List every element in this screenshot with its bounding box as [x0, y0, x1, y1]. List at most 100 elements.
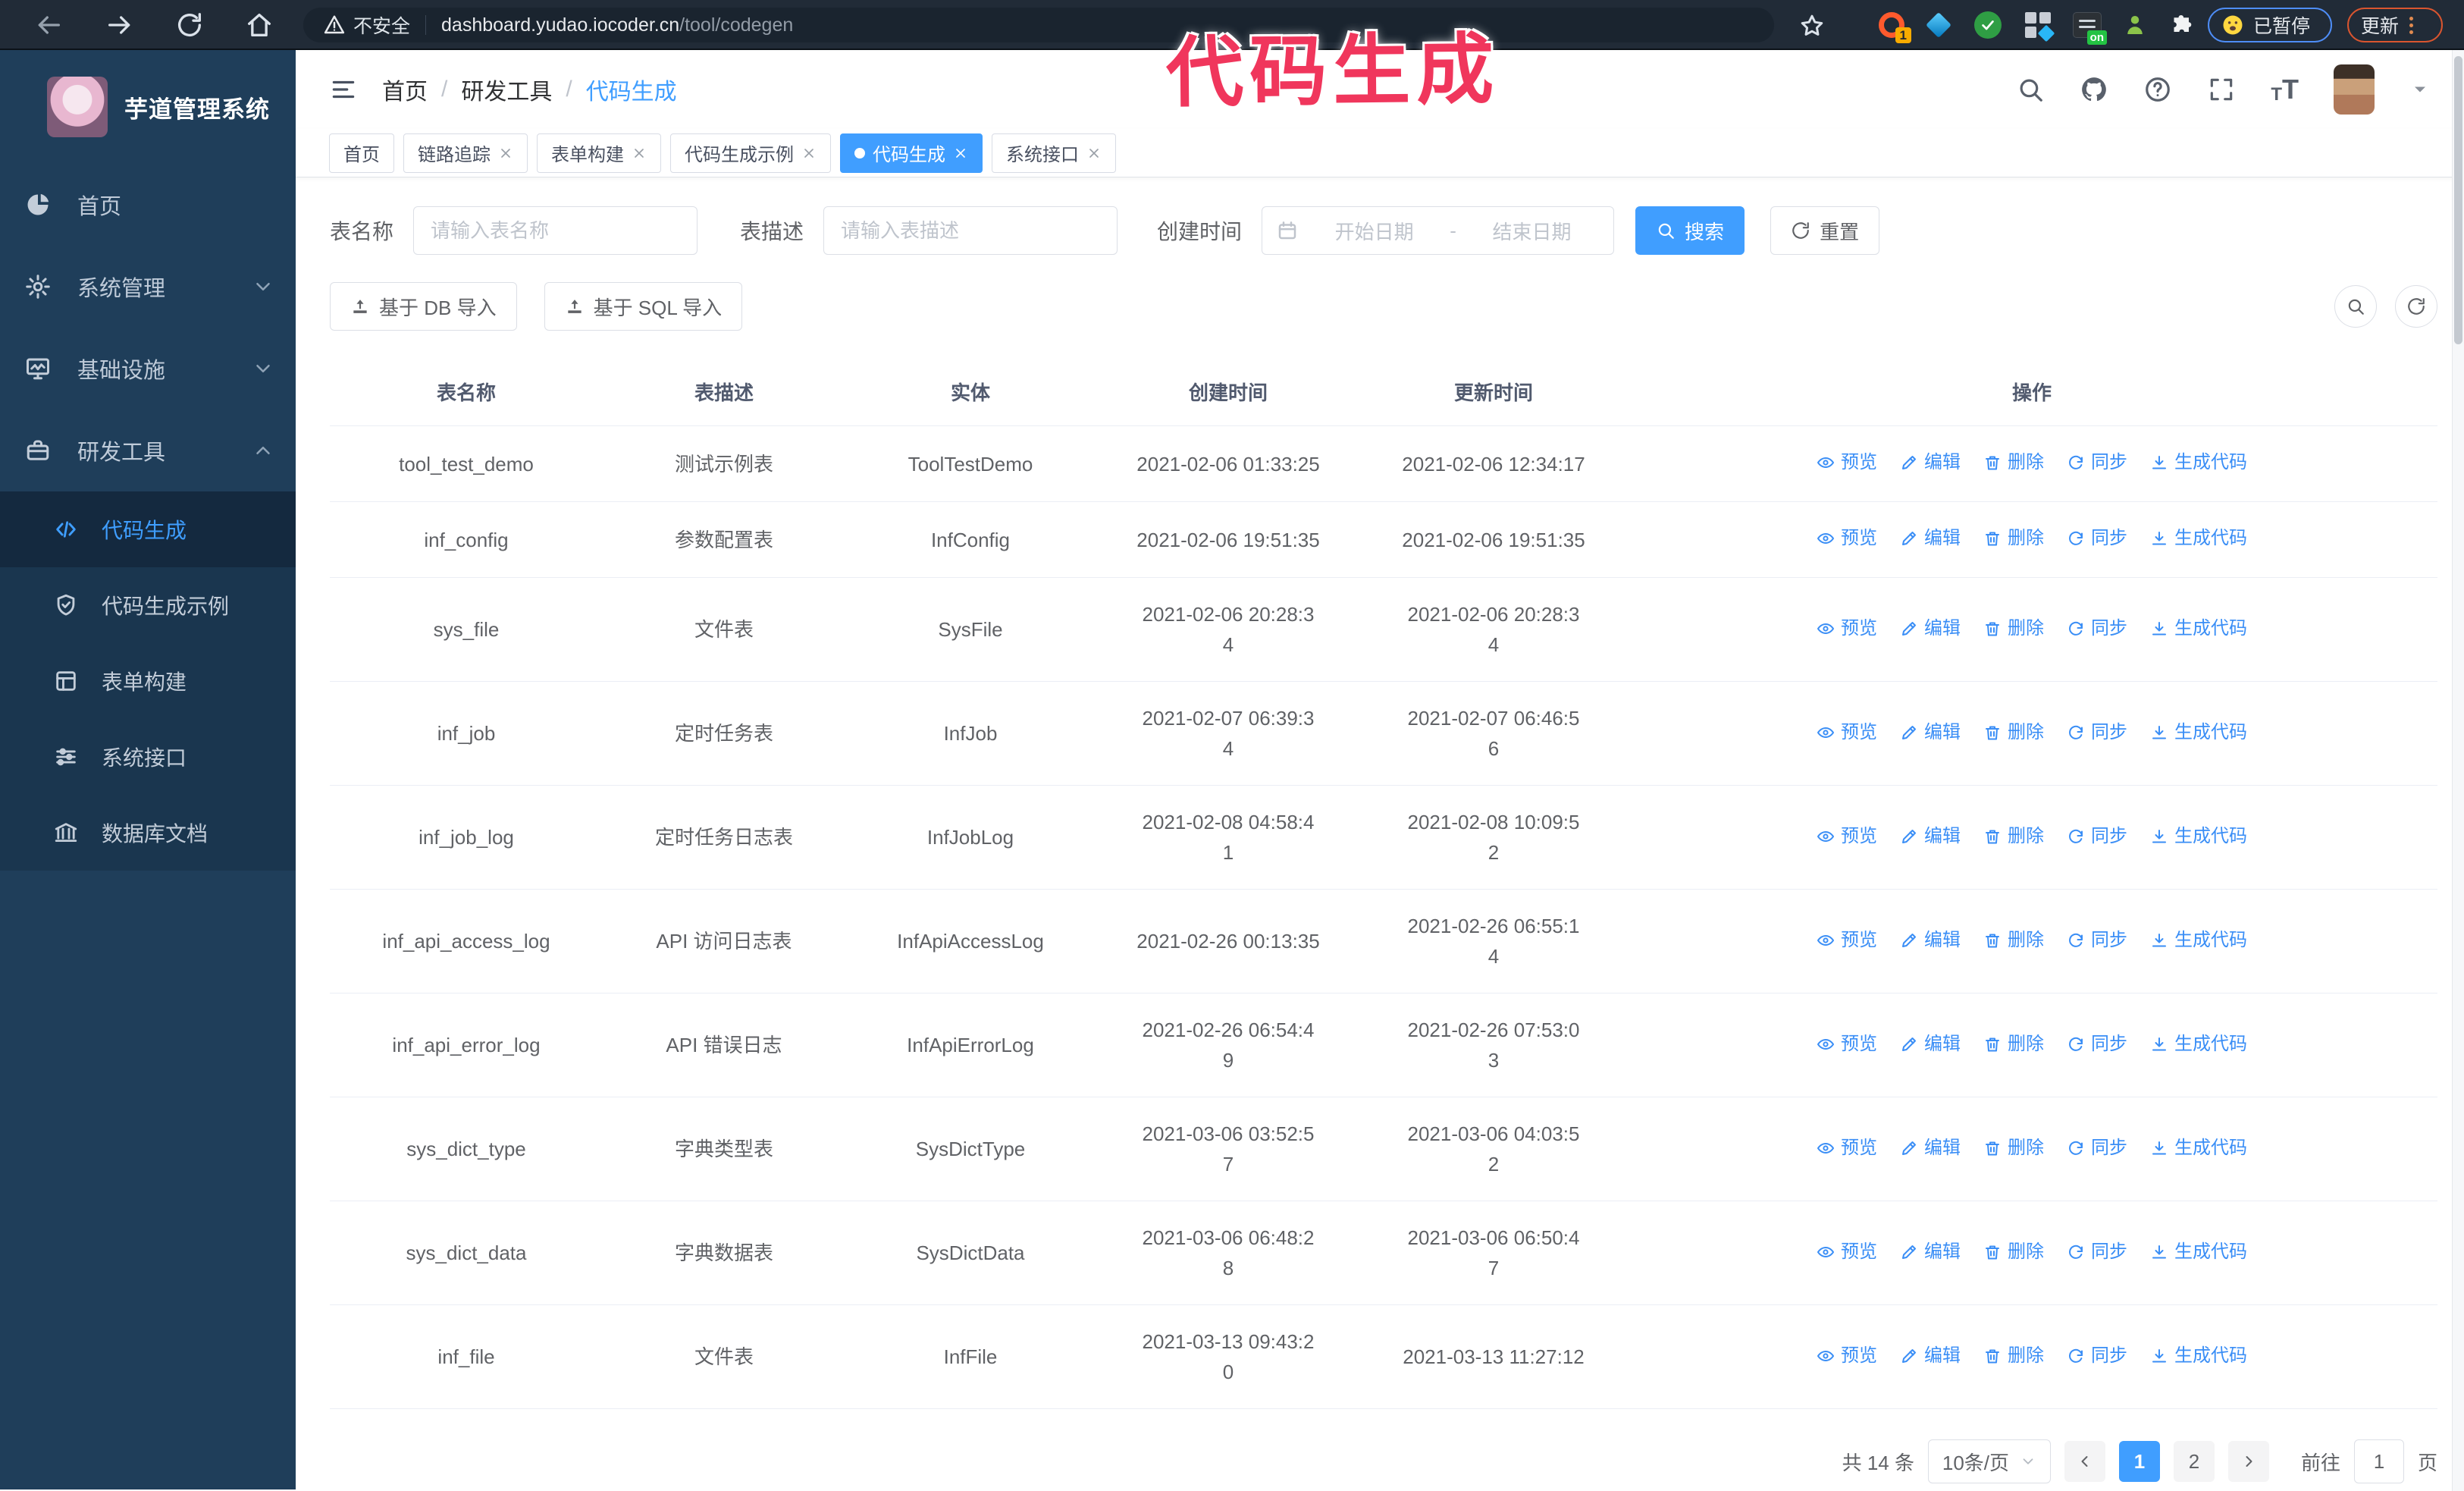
refresh-table-button[interactable] — [2395, 285, 2437, 328]
generate-code-action[interactable]: 生成代码 — [2150, 1237, 2247, 1267]
sync-action[interactable]: 同步 — [2067, 1341, 2127, 1371]
edit-action[interactable]: 编辑 — [1900, 717, 1961, 748]
generate-code-action[interactable]: 生成代码 — [2150, 614, 2247, 644]
generate-code-action[interactable]: 生成代码 — [2150, 1029, 2247, 1059]
generate-code-action[interactable]: 生成代码 — [2150, 1133, 2247, 1163]
next-page-button[interactable] — [2227, 1441, 2269, 1482]
preview-action[interactable]: 预览 — [1817, 447, 1877, 478]
edit-action[interactable]: 编辑 — [1900, 1341, 1961, 1371]
delete-action[interactable]: 删除 — [1983, 1341, 2044, 1371]
prev-page-button[interactable] — [2064, 1441, 2105, 1482]
edit-action[interactable]: 编辑 — [1900, 1029, 1961, 1059]
close-icon[interactable] — [801, 146, 817, 161]
sidebar-subitem-表单构建[interactable]: 表单构建 — [0, 643, 296, 719]
sidebar-subitem-代码生成示例[interactable]: 代码生成示例 — [0, 567, 296, 643]
hamburger-icon[interactable] — [329, 75, 358, 104]
extension-icon-orange[interactable]: 1 — [1876, 10, 1911, 43]
update-chip[interactable]: 更新 — [2347, 8, 2443, 42]
delete-action[interactable]: 删除 — [1983, 523, 2044, 554]
tab-链路追踪[interactable]: 链路追踪 — [403, 133, 528, 173]
font-size-icon[interactable]: TT — [2271, 74, 2299, 105]
user-avatar[interactable] — [2334, 64, 2375, 115]
preview-action[interactable]: 预览 — [1817, 1029, 1877, 1059]
sync-action[interactable]: 同步 — [2067, 925, 2127, 956]
sync-action[interactable]: 同步 — [2067, 1133, 2127, 1163]
table-desc-input[interactable] — [823, 206, 1118, 255]
delete-action[interactable]: 删除 — [1983, 717, 2044, 748]
sidebar-subitem-代码生成[interactable]: 代码生成 — [0, 491, 296, 567]
date-range-picker[interactable]: 开始日期 - 结束日期 — [1262, 206, 1615, 255]
preview-action[interactable]: 预览 — [1817, 821, 1877, 852]
extension-icon-dark[interactable]: on — [2072, 10, 2107, 45]
tab-代码生成示例[interactable]: 代码生成示例 — [670, 133, 831, 173]
delete-action[interactable]: 删除 — [1983, 447, 2044, 478]
address-bar[interactable]: 不安全 dashboard.yudao.iocoder.cn/tool/code… — [303, 8, 1774, 42]
delete-action[interactable]: 删除 — [1983, 614, 2044, 644]
sync-action[interactable]: 同步 — [2067, 614, 2127, 644]
import-db-button[interactable]: 基于 DB 导入 — [330, 282, 517, 331]
delete-action[interactable]: 删除 — [1983, 1133, 2044, 1163]
extension-icon-check[interactable] — [1973, 10, 2003, 40]
delete-action[interactable]: 删除 — [1983, 821, 2044, 852]
generate-code-action[interactable]: 生成代码 — [2150, 925, 2247, 956]
extension-icon-diamond[interactable] — [1923, 10, 1954, 40]
delete-action[interactable]: 删除 — [1983, 1029, 2044, 1059]
search-icon[interactable] — [2016, 75, 2045, 104]
extension-icon-grid[interactable] — [2023, 10, 2055, 42]
generate-code-action[interactable]: 生成代码 — [2150, 821, 2247, 852]
scrollbar-thumb[interactable] — [2454, 56, 2462, 344]
delete-action[interactable]: 删除 — [1983, 1237, 2044, 1267]
close-icon[interactable] — [632, 146, 647, 161]
goto-page-input[interactable] — [2353, 1439, 2404, 1483]
help-icon[interactable] — [2143, 75, 2172, 104]
extension-icon-person[interactable] — [2120, 10, 2150, 40]
sidebar-item-系统管理[interactable]: 系统管理 — [0, 246, 296, 328]
tab-表单构建[interactable]: 表单构建 — [537, 133, 661, 173]
preview-action[interactable]: 预览 — [1817, 614, 1877, 644]
breadcrumb-home[interactable]: 首页 — [382, 73, 428, 106]
edit-action[interactable]: 编辑 — [1900, 925, 1961, 956]
preview-action[interactable]: 预览 — [1817, 523, 1877, 554]
close-icon[interactable] — [498, 146, 513, 161]
sidebar-item-首页[interactable]: 首页 — [0, 164, 296, 246]
forward-button[interactable] — [105, 10, 135, 40]
page-number-button[interactable]: 2 — [2173, 1441, 2215, 1482]
sync-action[interactable]: 同步 — [2067, 821, 2127, 852]
toggle-search-button[interactable] — [2334, 285, 2377, 328]
page-scrollbar[interactable] — [2452, 50, 2464, 1491]
edit-action[interactable]: 编辑 — [1900, 1133, 1961, 1163]
reload-button[interactable] — [174, 10, 205, 40]
edit-action[interactable]: 编辑 — [1900, 523, 1961, 554]
caret-down-icon[interactable] — [2409, 79, 2431, 100]
edit-action[interactable]: 编辑 — [1900, 1237, 1961, 1267]
extensions-puzzle-icon[interactable] — [2167, 10, 2197, 40]
edit-action[interactable]: 编辑 — [1900, 447, 1961, 478]
tab-系统接口[interactable]: 系统接口 — [992, 133, 1116, 173]
sidebar-item-基础设施[interactable]: 基础设施 — [0, 328, 296, 410]
preview-action[interactable]: 预览 — [1817, 717, 1877, 748]
tab-首页[interactable]: 首页 — [329, 133, 394, 173]
preview-action[interactable]: 预览 — [1817, 1133, 1877, 1163]
page-number-button[interactable]: 1 — [2118, 1441, 2160, 1482]
browser-menu-icon[interactable] — [2409, 16, 2414, 34]
import-sql-button[interactable]: 基于 SQL 导入 — [544, 282, 743, 331]
bookmark-star-icon[interactable] — [1798, 12, 1826, 39]
preview-action[interactable]: 预览 — [1817, 925, 1877, 956]
search-button[interactable]: 搜索 — [1635, 206, 1745, 255]
delete-action[interactable]: 删除 — [1983, 925, 2044, 956]
edit-action[interactable]: 编辑 — [1900, 821, 1961, 852]
edit-action[interactable]: 编辑 — [1900, 614, 1961, 644]
breadcrumb-devtools[interactable]: 研发工具 — [461, 73, 552, 106]
github-icon[interactable] — [2080, 75, 2108, 104]
sidebar-subitem-数据库文档[interactable]: 数据库文档 — [0, 795, 296, 871]
sync-action[interactable]: 同步 — [2067, 1029, 2127, 1059]
generate-code-action[interactable]: 生成代码 — [2150, 523, 2247, 554]
sync-action[interactable]: 同步 — [2067, 447, 2127, 478]
sync-action[interactable]: 同步 — [2067, 717, 2127, 748]
generate-code-action[interactable]: 生成代码 — [2150, 717, 2247, 748]
sync-action[interactable]: 同步 — [2067, 1237, 2127, 1267]
close-icon[interactable] — [953, 146, 968, 161]
page-size-select[interactable]: 10条/页 — [1927, 1439, 2051, 1483]
profile-chip[interactable]: 已暂停 — [2208, 8, 2332, 42]
back-button[interactable] — [33, 10, 64, 40]
